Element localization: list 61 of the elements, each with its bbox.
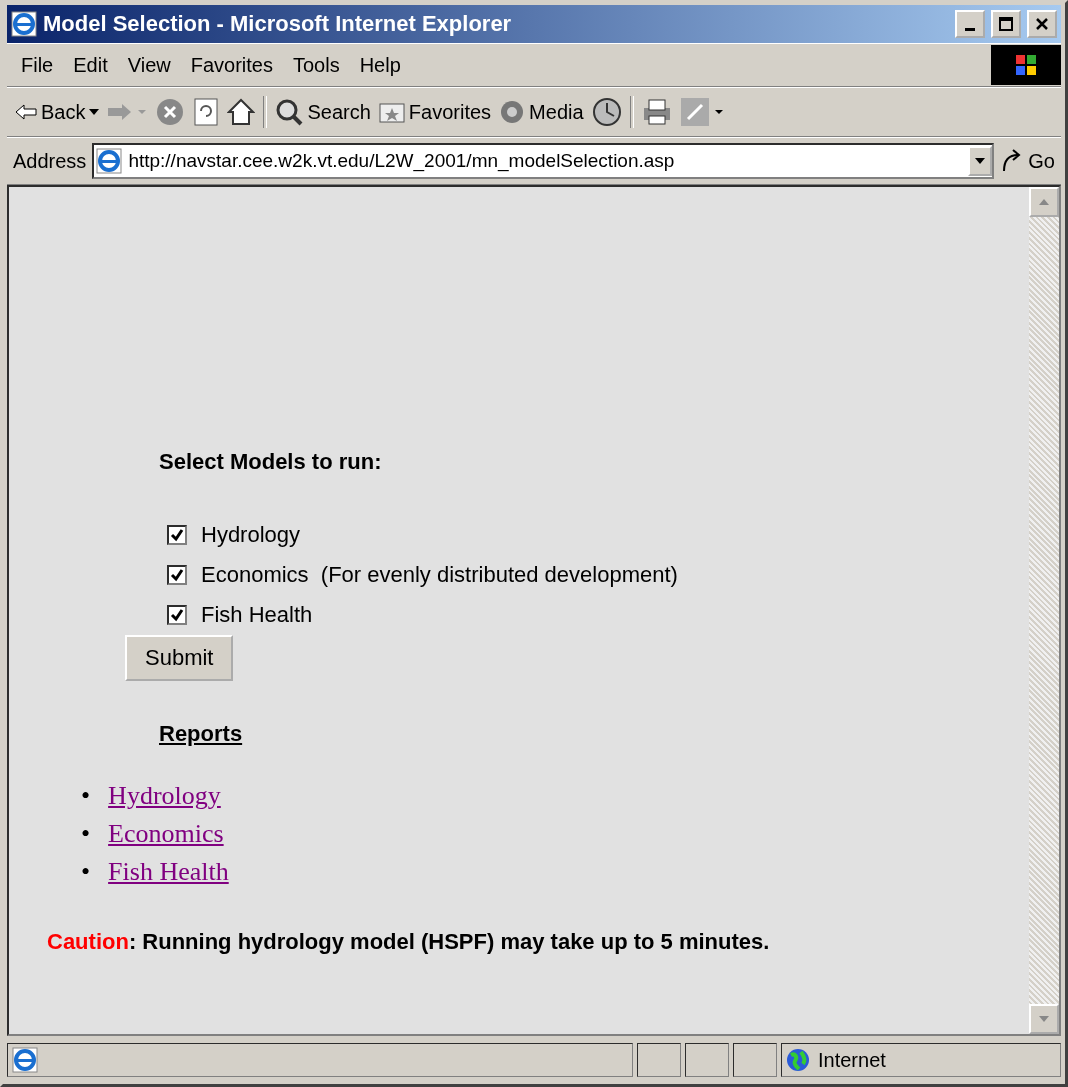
- close-button[interactable]: [1027, 10, 1057, 38]
- caret-icon: [89, 109, 100, 115]
- checkbox[interactable]: [167, 565, 187, 585]
- menu-item[interactable]: Favorites: [182, 49, 281, 81]
- stop-icon[interactable]: [155, 97, 186, 127]
- menu-item[interactable]: View: [119, 49, 179, 81]
- down-arrow-icon: [1039, 1016, 1049, 1022]
- history-icon[interactable]: [591, 97, 622, 127]
- bullet: •: [81, 856, 91, 888]
- go-button[interactable]: Go: [1000, 149, 1055, 173]
- print-icon[interactable]: [641, 98, 672, 126]
- back-arrow-icon: [15, 104, 37, 120]
- browser-icon: [12, 1047, 38, 1073]
- checkbox-label: Fish Health: [201, 602, 313, 628]
- bullet: •: [81, 780, 91, 812]
- checkbox[interactable]: [167, 525, 187, 545]
- caret-icon: [975, 158, 986, 164]
- form-heading: Select Models to run:: [159, 449, 383, 475]
- report-link[interactable]: Hydrology: [108, 777, 221, 815]
- window-title: Model Selection - Microsoft Internet Explorer: [43, 11, 513, 37]
- menu-item[interactable]: Help: [351, 49, 409, 81]
- globe-icon: [786, 1048, 810, 1072]
- browser-icon: [11, 11, 37, 37]
- address-field[interactable]: http://navstar.cee.w2k.vt.edu/L2W_2001/mn_modelSelection.asp: [92, 143, 995, 179]
- reports-heading: Reports: [159, 721, 243, 747]
- search-icon: [275, 98, 304, 126]
- search-button[interactable]: Search: [275, 98, 371, 126]
- menu-item[interactable]: File: [13, 49, 62, 81]
- disc-icon: [499, 99, 526, 125]
- up-arrow-icon: [1039, 199, 1049, 205]
- scroll-up-button[interactable]: [1029, 187, 1059, 217]
- favorites-button[interactable]: Favorites: [378, 100, 492, 124]
- scroll-down-button[interactable]: [1029, 1004, 1059, 1034]
- dropdown-button[interactable]: [968, 146, 993, 176]
- checkbox-label: Hydrology: [201, 522, 301, 548]
- submit-button[interactable]: Submit: [125, 635, 234, 681]
- menu-item[interactable]: Tools: [284, 49, 348, 81]
- close-icon: [1035, 17, 1049, 31]
- bullet: •: [81, 818, 91, 850]
- maximize-button[interactable]: [991, 10, 1021, 38]
- address-label: Address: [13, 149, 87, 173]
- caution-message: Caution: Running hydrology model (HSPF) may take up to 5 minutes.: [47, 929, 771, 955]
- minimize-button[interactable]: [955, 10, 985, 38]
- status-panel: [733, 1043, 777, 1077]
- status-panel: [685, 1043, 729, 1077]
- checkbox-label: Economics (For evenly distributed development): [201, 562, 678, 588]
- minimize-icon: [965, 27, 975, 31]
- home-icon[interactable]: [227, 98, 256, 126]
- refresh-icon[interactable]: [193, 97, 220, 127]
- browser-icon: [96, 148, 123, 174]
- maximize-icon: [999, 17, 1013, 31]
- status-panel: [637, 1043, 681, 1077]
- menu-item[interactable]: Edit: [65, 49, 116, 81]
- back-button[interactable]: Back: [15, 100, 100, 124]
- media-button[interactable]: Media: [499, 99, 584, 125]
- zone-label: Internet: [818, 1048, 886, 1072]
- report-link[interactable]: Economics: [108, 815, 224, 853]
- checkbox[interactable]: [167, 605, 187, 625]
- star-folder-icon: [378, 100, 405, 124]
- report-link[interactable]: Fish Health: [108, 853, 229, 891]
- windows-logo-icon: [991, 45, 1061, 85]
